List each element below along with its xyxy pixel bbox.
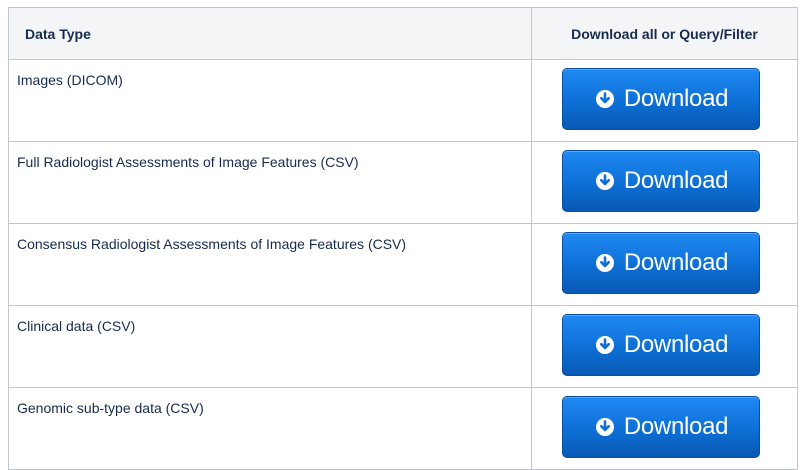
download-button-label: Download (623, 413, 729, 440)
download-cell: Download (531, 141, 798, 224)
download-button-label: Download (623, 331, 729, 358)
table-header-row: Data Type Download all or Query/Filter (8, 7, 798, 60)
download-cell: Download (531, 305, 798, 388)
table-row: Images (DICOM) Download (8, 59, 798, 142)
circle-arrow-down-icon (594, 252, 616, 274)
circle-arrow-down-icon (594, 88, 616, 110)
download-button-genomic[interactable]: Download (562, 396, 760, 458)
circle-arrow-down-icon (594, 334, 616, 356)
data-type-cell: Consensus Radiologist Assessments of Ima… (8, 223, 532, 306)
download-cell: Download (531, 387, 798, 470)
data-type-cell: Genomic sub-type data (CSV) (8, 387, 532, 470)
table-row: Full Radiologist Assessments of Image Fe… (8, 141, 798, 224)
download-cell: Download (531, 223, 798, 306)
column-header-data-type: Data Type (8, 7, 532, 60)
data-type-cell: Images (DICOM) (8, 59, 532, 142)
circle-arrow-down-icon (594, 170, 616, 192)
download-button-full-assessments[interactable]: Download (562, 150, 760, 212)
download-button-clinical[interactable]: Download (562, 314, 760, 376)
data-type-cell: Full Radiologist Assessments of Image Fe… (8, 141, 532, 224)
download-cell: Download (531, 59, 798, 142)
download-button-label: Download (623, 167, 729, 194)
download-button-label: Download (623, 249, 729, 276)
table-row: Consensus Radiologist Assessments of Ima… (8, 223, 798, 306)
table-row: Genomic sub-type data (CSV) Download (8, 387, 798, 470)
data-download-table: Data Type Download all or Query/Filter I… (8, 7, 798, 470)
download-button-images[interactable]: Download (562, 68, 760, 130)
download-button-label: Download (623, 85, 729, 112)
circle-arrow-down-icon (594, 416, 616, 438)
column-header-download: Download all or Query/Filter (531, 7, 798, 60)
table-row: Clinical data (CSV) Download (8, 305, 798, 388)
download-button-consensus-assessments[interactable]: Download (562, 232, 760, 294)
data-type-cell: Clinical data (CSV) (8, 305, 532, 388)
